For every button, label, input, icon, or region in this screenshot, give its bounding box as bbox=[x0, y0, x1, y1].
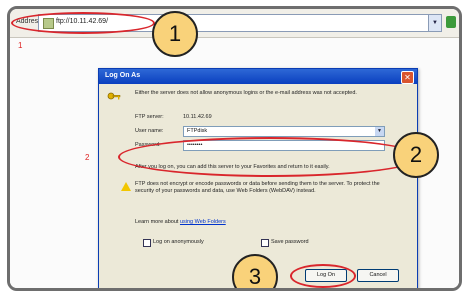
close-icon[interactable]: ✕ bbox=[401, 71, 414, 84]
user-name-label: User name: bbox=[135, 128, 164, 134]
anonymous-checkbox[interactable] bbox=[143, 239, 151, 247]
intro-text: Either the server does not allow anonymo… bbox=[135, 90, 357, 96]
cancel-button[interactable]: Cancel bbox=[357, 269, 399, 282]
address-dropdown-button[interactable]: ▼ bbox=[428, 15, 441, 31]
ftp-server-value: 10.11.42.69 bbox=[183, 114, 212, 120]
step-1-badge: 1 bbox=[152, 11, 198, 57]
user-name-value: FTPdisk bbox=[187, 128, 208, 134]
warning-icon bbox=[121, 182, 131, 191]
save-password-label: Save password bbox=[271, 239, 309, 245]
web-folders-link[interactable]: using Web Folders bbox=[180, 219, 226, 225]
logon-highlight-ellipse bbox=[290, 264, 356, 288]
red-step-2-label: 2 bbox=[85, 153, 90, 162]
learn-more-text: Learn more about using Web Folders bbox=[135, 219, 395, 226]
go-arrow-icon[interactable] bbox=[446, 16, 456, 28]
ftp-server-label: FTP server: bbox=[135, 114, 164, 120]
anonymous-label: Log on anonymously bbox=[153, 239, 204, 245]
chevron-down-icon[interactable]: ▼ bbox=[375, 127, 384, 136]
dialog-title-bar: Log On As ✕ bbox=[99, 69, 417, 84]
browser-window: Address ftp://10.11.42.69/ ▼ 1 2 3 Log O… bbox=[7, 6, 462, 291]
warning-text: FTP does not encrypt or encode passwords… bbox=[135, 181, 380, 194]
red-step-3-label: 3 bbox=[288, 288, 292, 291]
learn-more-prefix: Learn more about bbox=[135, 219, 179, 225]
dialog-title: Log On As bbox=[105, 72, 141, 79]
red-step-1-label: 1 bbox=[18, 41, 23, 50]
step-2-badge: 2 bbox=[393, 132, 439, 178]
user-name-field[interactable]: FTPdisk ▼ bbox=[183, 126, 385, 137]
address-highlight-ellipse bbox=[11, 12, 155, 34]
save-password-checkbox[interactable] bbox=[261, 239, 269, 247]
key-icon bbox=[107, 92, 121, 100]
credentials-highlight-ellipse bbox=[118, 137, 422, 177]
